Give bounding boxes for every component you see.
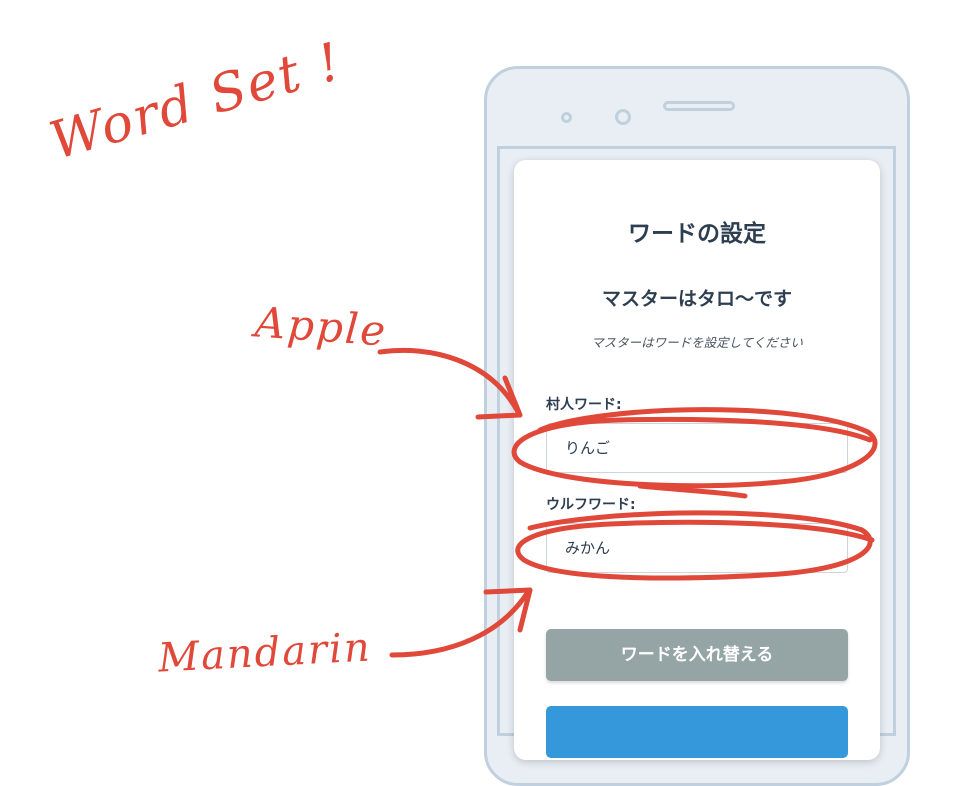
wolf-word-input[interactable]: みかん [546, 523, 848, 573]
instruction-text: マスターはワードを設定してください [591, 335, 803, 350]
villager-word-input[interactable]: りんご [546, 423, 848, 473]
apple-annotation: Apple [253, 297, 389, 356]
villager-word-label: 村人ワード: [546, 397, 622, 413]
primary-button[interactable] [546, 706, 848, 758]
master-announcement: マスターはタロ〜です [601, 288, 792, 310]
phone-speaker [663, 101, 735, 111]
phone-sensor-dot [561, 112, 572, 123]
phone-camera-dot [615, 109, 631, 125]
wolf-word-label: ウルフワード: [546, 497, 636, 513]
word-set-annotation: Word Set ! [43, 31, 349, 173]
swap-words-button[interactable]: ワードを入れ替える [546, 629, 848, 681]
word-settings-card: ワードの設定 マスターはタロ〜です マスターはワードを設定してください 村人ワー… [514, 160, 880, 760]
page-title: ワードの設定 [628, 221, 766, 247]
mandarin-annotation: Mandarin [156, 624, 373, 682]
